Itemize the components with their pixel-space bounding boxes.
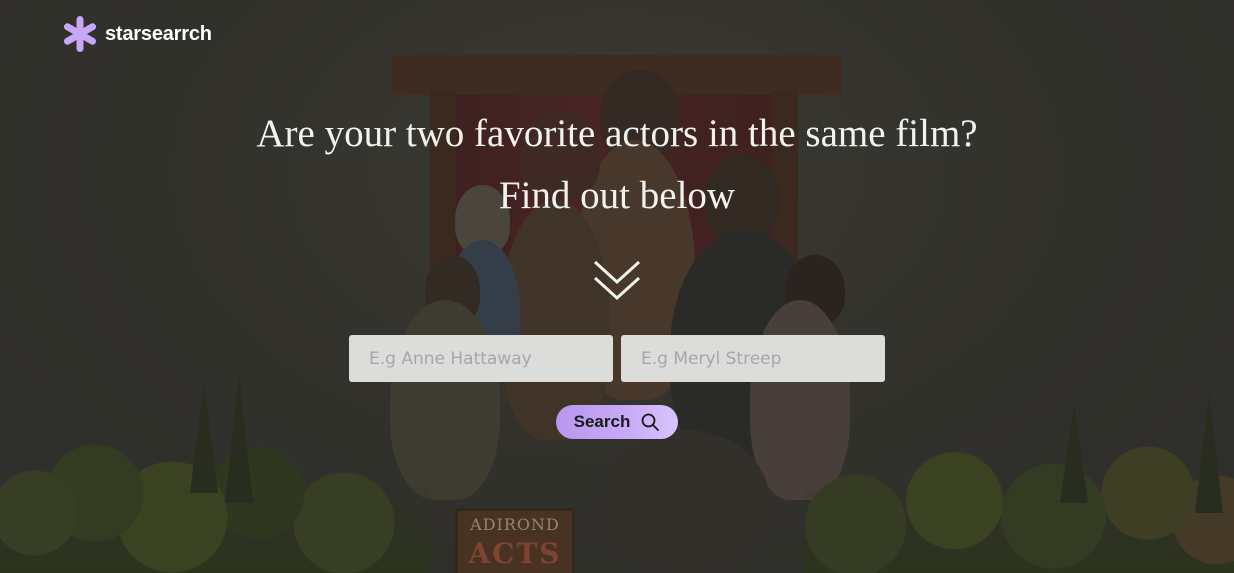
page-subheadline: Find out below (498, 174, 736, 217)
brand-name: starsearrch (105, 22, 212, 45)
search-button-label: Search (573, 412, 631, 431)
page-headline: Are your two favorite actors in the same… (256, 112, 978, 155)
landing-page: ADIROND ACTS starsearrch Are your two fa… (0, 0, 1234, 573)
double-chevron-down-icon (593, 260, 641, 301)
actor-one-input[interactable] (349, 335, 613, 382)
asterisk-logo-icon (63, 16, 97, 52)
search-icon (641, 413, 660, 431)
actor-two-input[interactable] (621, 335, 885, 382)
brand-logo[interactable]: starsearrch (61, 16, 212, 52)
search-button[interactable]: Search (556, 405, 678, 439)
